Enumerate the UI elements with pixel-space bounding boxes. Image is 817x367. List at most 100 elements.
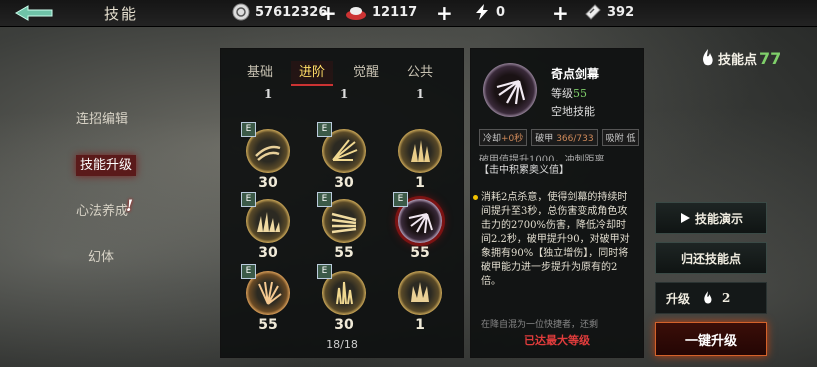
one-key-upgrade-button[interactable]: 一键升级	[655, 322, 767, 356]
slash-skill-icon	[255, 145, 281, 161]
menu-item-mind-training[interactable]: 心法养成!	[70, 196, 150, 246]
skill-level: 30	[334, 175, 354, 191]
scrolled-row-levels: 1 1 1	[221, 87, 463, 103]
add-energy-button[interactable]: +	[552, 1, 569, 25]
lightning-icon	[476, 4, 488, 20]
skill-tabs: 基础 进阶 觉醒 公共	[221, 61, 463, 86]
skill-points: 技能点 77	[700, 48, 781, 68]
skill-level: 1	[415, 175, 425, 191]
back-arrow-icon[interactable]	[12, 3, 56, 23]
skill-description[interactable]: 消耗2点杀意，使得剑幕的持续时间提升至3秒，总伤害变成角色攻击力的2700%伤害…	[473, 191, 635, 289]
tab-advanced[interactable]: 进阶	[291, 61, 334, 86]
ticket-amount: 392	[607, 4, 635, 20]
fan-skill-icon	[332, 139, 358, 161]
cooldown-stat: 冷却+0秒	[479, 129, 528, 146]
clipped-footer-line: 在降自混为一位快捷者，还剩	[481, 320, 599, 330]
skill-slot[interactable]: E 55	[241, 264, 290, 333]
singularity-sword-curtain-icon	[408, 213, 433, 234]
add-silver-button[interactable]: +	[320, 1, 337, 25]
singularity-sword-curtain-icon	[496, 79, 526, 105]
menu-item-phantom[interactable]: 幻体	[70, 246, 150, 292]
menu-item-label: 技能升级	[76, 155, 137, 176]
skill-level: 1	[264, 87, 273, 101]
pillar-skill-icon	[336, 281, 353, 305]
skill-level: 55	[334, 245, 354, 261]
return-skill-points-label: 归还技能点	[680, 251, 741, 266]
tab-basic[interactable]: 基础	[247, 61, 273, 80]
level-label: 等级	[551, 87, 573, 100]
tab-common[interactable]: 公共	[407, 61, 433, 80]
menu-item-combo-edit[interactable]: 连招编辑	[70, 108, 150, 154]
skill-tag: 【击中积累奥义值】	[479, 165, 569, 176]
silver-currency: 57612326	[232, 3, 327, 21]
tab-awaken[interactable]: 觉醒	[353, 61, 379, 80]
menu-item-skill-upgrade[interactable]: 技能升级	[70, 154, 150, 200]
enhance-badge: E	[241, 122, 256, 137]
burst-skill-icon	[258, 281, 282, 305]
skill-level: 55	[410, 245, 430, 261]
skill-level: 55	[258, 317, 278, 333]
menu-item-label: 连招编辑	[76, 112, 129, 127]
skill-points-label: 技能点	[718, 52, 758, 68]
energy-currency: 0	[473, 3, 505, 21]
skill-level: 1	[416, 87, 425, 101]
skill-level: 30	[334, 317, 354, 333]
ingot-icon	[346, 7, 366, 20]
skill-level-line: 等级55	[551, 85, 587, 101]
enhance-badge: E	[241, 192, 256, 207]
spikes-skill-icon	[411, 140, 430, 162]
skill-slot[interactable]: E 30	[241, 122, 290, 191]
play-icon	[680, 213, 690, 223]
skill-type: 空地技能	[551, 105, 595, 118]
skill-detail-panel: 奇点剑幕 等级55 空地技能 冷却+0秒 破甲 366/733 吸附 低 破甲值…	[470, 48, 644, 358]
ingot-currency: 12117	[345, 3, 417, 21]
energy-amount: 0	[496, 4, 506, 20]
enhance-badge: E	[317, 122, 332, 137]
one-key-upgrade-label: 一键升级	[684, 333, 737, 349]
left-menu: 连招编辑 技能升级 心法养成! 幻体	[70, 108, 150, 292]
skill-slot[interactable]: E 55	[317, 192, 366, 261]
skill-slot[interactable]: E 30	[317, 264, 366, 333]
flame-icon	[704, 291, 712, 304]
selected-skill-icon	[483, 63, 537, 117]
enhance-badge: E	[317, 264, 332, 279]
level-value: 55	[573, 87, 587, 100]
skill-level: 30	[258, 245, 278, 261]
absorb-stat: 吸附 低	[601, 129, 640, 146]
skill-demo-button[interactable]: 技能演示	[655, 202, 767, 234]
skill-level: 1	[340, 87, 349, 101]
ticket-currency: 392	[584, 3, 634, 21]
upgrade-label: 升级	[666, 291, 691, 306]
skill-slot-selected[interactable]: E 55	[393, 192, 442, 261]
return-skill-points-button[interactable]: 归还技能点	[655, 242, 767, 274]
skill-level: 1	[415, 317, 425, 333]
ticket-icon	[585, 4, 601, 20]
dash-skill-icon	[331, 212, 357, 234]
armor-break-stat: 破甲 366/733	[531, 129, 598, 146]
enhance-badge: E	[241, 264, 256, 279]
skill-level: 30	[258, 175, 278, 191]
top-bar: 技能 57612326 + 12117 + 0 + 392	[0, 0, 817, 27]
skill-slot[interactable]: E 30	[241, 192, 290, 261]
silver-amount: 57612326	[255, 4, 328, 20]
skill-slot[interactable]: 1	[398, 129, 442, 191]
silver-coin-icon	[232, 3, 250, 21]
flame-icon	[703, 49, 713, 66]
max-level-notice: 已达最大等级	[524, 334, 590, 347]
ingot-amount: 12117	[372, 4, 418, 20]
skill-demo-label: 技能演示	[694, 211, 743, 226]
skill-name: 奇点剑幕	[551, 67, 600, 81]
clipped-description-line: 破甲值提升1000，冲刺距离	[479, 155, 605, 161]
skill-points-value: 77	[759, 48, 782, 68]
crown-skill-icon	[411, 282, 429, 302]
add-ingot-button[interactable]: +	[436, 1, 453, 25]
enhance-badge: E	[393, 192, 408, 207]
upgrade-cost: 2	[722, 291, 731, 305]
page-title: 技能	[104, 5, 139, 23]
skill-slot[interactable]: 1	[398, 271, 442, 333]
enhance-badge: E	[317, 192, 332, 207]
upgrade-row[interactable]: 升级 2	[655, 282, 767, 314]
blade-wall-skill-icon	[257, 212, 280, 232]
menu-item-label: 心法养成	[76, 204, 129, 219]
skill-slot[interactable]: E 30	[317, 122, 366, 191]
